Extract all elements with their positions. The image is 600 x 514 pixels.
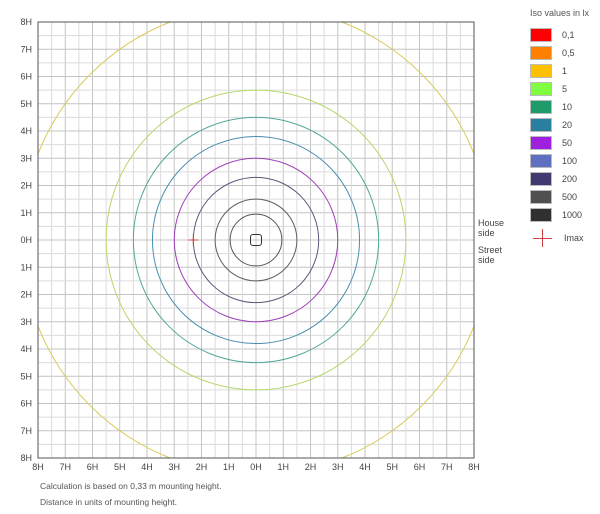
house-side-line-2: side <box>478 228 495 238</box>
x-tick-label: 6H <box>414 462 426 472</box>
y-tick-label: 8H <box>20 453 32 463</box>
y-tick-label: 6H <box>20 72 32 82</box>
legend-label: 500 <box>562 192 578 202</box>
x-tick-label: 4H <box>141 462 153 472</box>
legend-item-1: 1 <box>524 62 600 80</box>
y-tick-label: 7H <box>20 426 32 436</box>
street-side-line-1: Street <box>478 245 503 255</box>
legend-item-500: 500 <box>524 188 600 206</box>
legend-swatch <box>530 64 552 78</box>
x-tick-label: 7H <box>441 462 453 472</box>
x-tick-label: 8H <box>468 462 480 472</box>
y-tick-label: 4H <box>20 344 32 354</box>
street-side-line-2: side <box>478 255 495 265</box>
legend-label: 10 <box>562 102 573 112</box>
y-tick-label: 5H <box>20 371 32 381</box>
legend-swatch <box>530 208 552 222</box>
y-tick-label: 1H <box>20 208 32 218</box>
legend-swatch <box>530 46 552 60</box>
y-tick-label: 2H <box>20 181 32 191</box>
y-tick-label: 1H <box>20 262 32 272</box>
legend-title: Iso values in lx <box>530 8 590 18</box>
house-side-label: House side <box>478 218 504 238</box>
legend-items: 0,1 0,5 1 5 10 20 50 100 200 500 1000 <box>524 26 600 224</box>
x-tick-label: 5H <box>114 462 126 472</box>
legend-label: 0,5 <box>562 48 575 58</box>
legend-label: 100 <box>562 156 578 166</box>
x-tick-label: 5H <box>386 462 398 472</box>
legend-swatch <box>530 118 552 132</box>
x-tick-label: 1H <box>277 462 289 472</box>
legend-swatch <box>530 172 552 186</box>
legend-item-0-1: 0,1 <box>524 26 600 44</box>
x-tick-label: 7H <box>59 462 71 472</box>
y-tick-label: 5H <box>20 99 32 109</box>
x-tick-label: 2H <box>196 462 208 472</box>
legend-item-50: 50 <box>524 134 600 152</box>
y-tick-label: 4H <box>20 126 32 136</box>
y-tick-label: 0H <box>20 235 32 245</box>
x-tick-label: 2H <box>305 462 317 472</box>
legend-swatch <box>530 28 552 42</box>
legend-label: 1 <box>562 66 568 76</box>
legend-label: 20 <box>562 120 573 130</box>
x-tick-label: 3H <box>332 462 344 472</box>
y-tick-label: 3H <box>20 153 32 163</box>
x-tick-label: 3H <box>168 462 180 472</box>
x-tick-labels: 8H 7H 6H 5H 4H 3H 2H 1H 0H 1H 2H 3H 4H 5H 6H 7H 8H <box>32 462 480 472</box>
legend-swatch <box>530 154 552 168</box>
x-tick-label: 0H <box>250 462 262 472</box>
y-tick-label: 2H <box>20 290 32 300</box>
x-tick-label: 8H <box>32 462 44 472</box>
legend-item-200: 200 <box>524 170 600 188</box>
imax-marker <box>188 234 199 246</box>
legend-label: 0,1 <box>562 30 575 40</box>
y-tick-labels: 8H 7H 6H 5H 4H 3H 2H 1H 0H 1H 2H 3H 4H 5H 6H 7H 8H <box>20 17 32 463</box>
footnote-calculation: Calculation is based on 0,33 m mounting … <box>40 481 222 491</box>
legend-item-1000: 1000 <box>524 206 600 224</box>
legend-item-0-5: 0,5 <box>524 44 600 62</box>
legend-swatch <box>530 190 552 204</box>
house-side-line-1: House <box>478 218 505 228</box>
y-tick-label: 7H <box>20 44 32 54</box>
legend-swatch <box>530 82 552 96</box>
y-tick-label: 8H <box>20 17 32 27</box>
legend-label: 200 <box>562 174 578 184</box>
legend-label: 1000 <box>562 210 583 220</box>
grid-lines <box>37 21 475 459</box>
imax-cross-icon <box>532 229 554 247</box>
y-tick-label: 6H <box>20 399 32 409</box>
legend-label: 50 <box>562 138 573 148</box>
legend-item-10: 10 <box>524 98 600 116</box>
legend-item-100: 100 <box>524 152 600 170</box>
x-tick-label: 1H <box>223 462 235 472</box>
isolux-plot: 8H 7H 6H 5H 4H 3H 2H 1H 0H 1H 2H 3H 4H 5H 6H 7H 8H 8H 7H 6… <box>20 17 480 472</box>
legend-label: 5 <box>562 84 568 94</box>
legend-item-5: 5 <box>524 80 600 98</box>
legend-item-imax: Imax <box>524 228 600 248</box>
x-tick-label: 4H <box>359 462 371 472</box>
street-side-label: Street side <box>478 245 502 265</box>
legend-swatch <box>530 100 552 114</box>
legend-swatch <box>530 136 552 150</box>
legend-label-imax: Imax <box>564 233 584 243</box>
footnote-distance: Distance in units of mounting height. <box>40 497 178 507</box>
x-tick-label: 6H <box>87 462 99 472</box>
y-tick-label: 3H <box>20 317 32 327</box>
legend: Iso values in lx 0,1 0,5 1 5 10 20 50 100 200 500… <box>524 8 600 248</box>
legend-item-20: 20 <box>524 116 600 134</box>
